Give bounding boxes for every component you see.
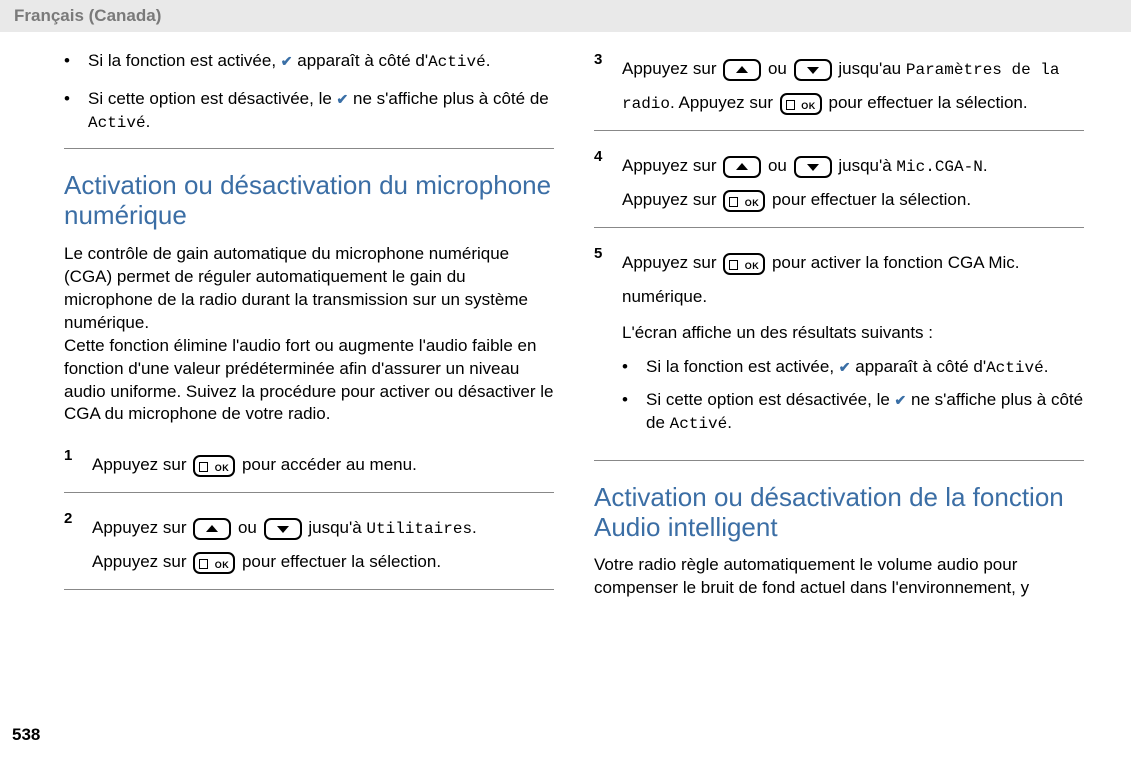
- text: Si cette option est désactivée, le: [88, 89, 337, 108]
- up-button-icon: [193, 518, 231, 540]
- text: Appuyez sur: [92, 518, 191, 537]
- section-title: Activation ou désactivation de la foncti…: [594, 483, 1084, 543]
- left-column: • Si la fonction est activée, ✔ apparaît…: [64, 48, 554, 600]
- result-bullet-list: • Si la fonction est activée, ✔ apparaît…: [622, 356, 1084, 436]
- step-2: 2 Appuyez sur ou jusqu'à Utilitaires. Ap…: [64, 507, 554, 579]
- step-body: Appuyez sur pour accéder au menu.: [92, 444, 554, 482]
- text: ou: [768, 59, 792, 78]
- intro-paragraph: Le contrôle de gain automatique du micro…: [64, 243, 554, 427]
- up-button-icon: [723, 59, 761, 81]
- text: jusqu'à: [308, 518, 366, 537]
- text: ne s'affiche plus à côté de: [348, 89, 548, 108]
- step-number: 2: [64, 507, 92, 529]
- bullet-dot: •: [622, 389, 646, 436]
- list-item: • Si la fonction est activée, ✔ apparaît…: [64, 50, 554, 74]
- step-number: 5: [594, 242, 622, 264]
- bullet-text: Si la fonction est activée, ✔ apparaît à…: [88, 50, 554, 74]
- check-icon: ✔: [895, 391, 907, 410]
- divider: [594, 130, 1084, 131]
- step-3: 3 Appuyez sur ou jusqu'au Paramètres de …: [594, 48, 1084, 120]
- text: apparaît à côté d': [293, 51, 429, 70]
- text: Appuyez sur: [92, 552, 191, 571]
- up-button-icon: [723, 156, 761, 178]
- mono-text: Utilitaires: [366, 520, 472, 538]
- text: .: [146, 112, 151, 131]
- bullet-text: Si la fonction est activée, ✔ apparaît à…: [646, 356, 1084, 380]
- list-item: • Si la fonction est activée, ✔ apparaît…: [622, 356, 1084, 380]
- language-label: Français (Canada): [14, 6, 161, 25]
- text: Si la fonction est activée,: [646, 357, 839, 376]
- divider: [64, 492, 554, 493]
- step-body: Appuyez sur pour activer la fonction CGA…: [622, 242, 1084, 446]
- top-bullet-list: • Si la fonction est activée, ✔ apparaît…: [64, 50, 554, 134]
- divider: [594, 460, 1084, 461]
- step-1: 1 Appuyez sur pour accéder au menu.: [64, 444, 554, 482]
- text: pour effectuer la sélection.: [772, 190, 971, 209]
- text: pour effectuer la sélection.: [242, 552, 441, 571]
- header-bar: Français (Canada): [0, 0, 1131, 32]
- mono-text: Mic.CGA-N: [896, 158, 982, 176]
- step-body: Appuyez sur ou jusqu'au Paramètres de la…: [622, 48, 1084, 120]
- down-button-icon: [794, 59, 832, 81]
- right-column: 3 Appuyez sur ou jusqu'au Paramètres de …: [594, 48, 1084, 600]
- page-number: 538: [12, 725, 40, 745]
- text: ou: [768, 156, 792, 175]
- step-number: 1: [64, 444, 92, 466]
- steps-container: 1 Appuyez sur pour accéder au menu. 2 Ap…: [64, 444, 554, 590]
- divider: [64, 589, 554, 590]
- text: . Appuyez sur: [670, 93, 778, 112]
- ok-button-icon: [193, 455, 235, 477]
- step-body: Appuyez sur ou jusqu'à Mic.CGA-N. Appuye…: [622, 145, 1084, 217]
- step-5: 5 Appuyez sur pour activer la fonction C…: [594, 242, 1084, 446]
- divider: [594, 227, 1084, 228]
- bullet-dot: •: [64, 50, 88, 74]
- check-icon: ✔: [281, 52, 293, 71]
- text: Appuyez sur: [622, 156, 721, 175]
- result-intro: L'écran affiche un des résultats suivant…: [622, 320, 1084, 346]
- mono-text: Activé: [88, 114, 146, 132]
- down-button-icon: [794, 156, 832, 178]
- divider: [64, 148, 554, 149]
- text: .: [1044, 357, 1049, 376]
- mono-text: Activé: [986, 359, 1044, 377]
- content-area: • Si la fonction est activée, ✔ apparaît…: [0, 32, 1131, 600]
- ok-button-icon: [780, 93, 822, 115]
- step-4: 4 Appuyez sur ou jusqu'à Mic.CGA-N. Appu…: [594, 145, 1084, 217]
- text: ou: [238, 518, 262, 537]
- text: .: [472, 518, 477, 537]
- intro-paragraph: Votre radio règle automatiquement le vol…: [594, 554, 1084, 600]
- bullet-dot: •: [64, 88, 88, 135]
- bullet-dot: •: [622, 356, 646, 380]
- text: .: [486, 51, 491, 70]
- text: jusqu'à: [838, 156, 896, 175]
- list-item: • Si cette option est désactivée, le ✔ n…: [622, 389, 1084, 436]
- text: pour accéder au menu.: [242, 455, 417, 474]
- text: Si cette option est désactivée, le: [646, 390, 895, 409]
- bullet-text: Si cette option est désactivée, le ✔ ne …: [88, 88, 554, 135]
- step-number: 3: [594, 48, 622, 70]
- ok-button-icon: [193, 552, 235, 574]
- text: .: [983, 156, 988, 175]
- step-body: Appuyez sur ou jusqu'à Utilitaires. Appu…: [92, 507, 554, 579]
- text: Appuyez sur: [622, 190, 721, 209]
- text: .: [727, 413, 732, 432]
- text: Appuyez sur: [622, 253, 721, 272]
- bullet-text: Si cette option est désactivée, le ✔ ne …: [646, 389, 1084, 436]
- mono-text: Activé: [670, 415, 728, 433]
- text: pour effectuer la sélection.: [828, 93, 1027, 112]
- text: Appuyez sur: [622, 59, 721, 78]
- ok-button-icon: [723, 253, 765, 275]
- check-icon: ✔: [337, 90, 349, 109]
- list-item: • Si cette option est désactivée, le ✔ n…: [64, 88, 554, 135]
- check-icon: ✔: [839, 358, 851, 377]
- section-title: Activation ou désactivation du microphon…: [64, 171, 554, 231]
- ok-button-icon: [723, 190, 765, 212]
- step-number: 4: [594, 145, 622, 167]
- down-button-icon: [264, 518, 302, 540]
- text: jusqu'au: [838, 59, 906, 78]
- text: apparaît à côté d': [851, 357, 987, 376]
- text: Si la fonction est activée,: [88, 51, 281, 70]
- mono-text: Activé: [428, 53, 486, 71]
- text: Appuyez sur: [92, 455, 191, 474]
